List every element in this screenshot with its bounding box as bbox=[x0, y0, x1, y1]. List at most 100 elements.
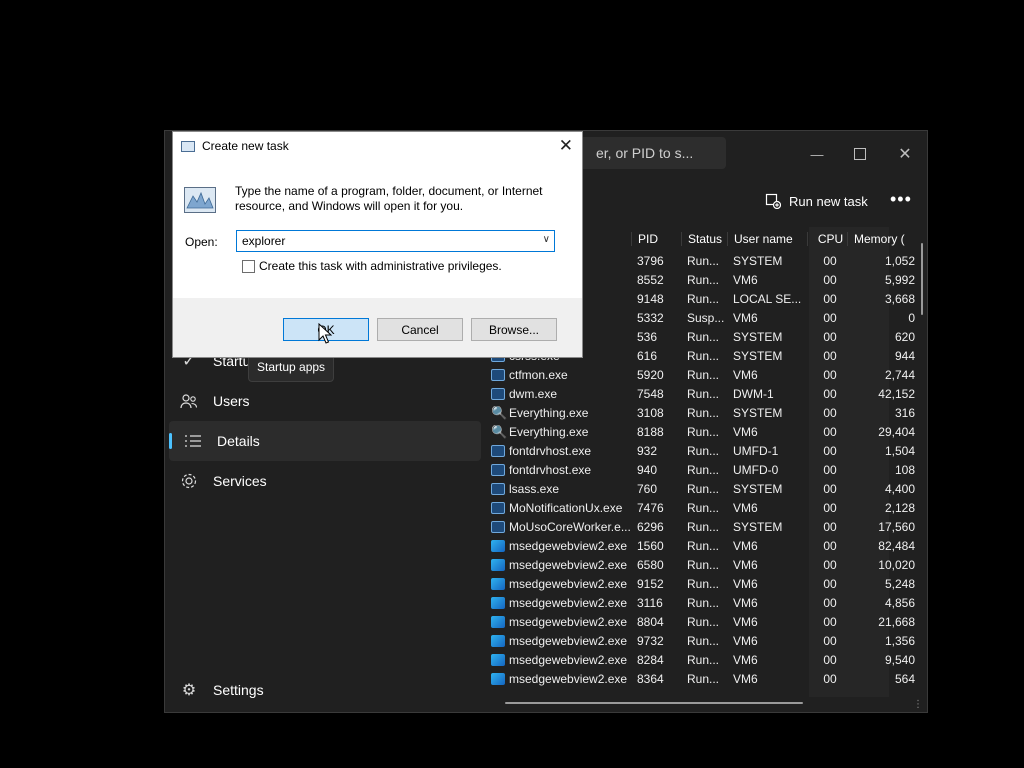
cell-memory: 0 bbox=[908, 310, 915, 325]
cell-user: VM6 bbox=[733, 614, 758, 629]
cell-cpu: 00 bbox=[823, 424, 837, 439]
admin-privileges-checkbox[interactable] bbox=[242, 260, 255, 273]
edge-webview-icon bbox=[491, 558, 505, 571]
col-memory[interactable]: Memory ( bbox=[847, 232, 921, 246]
cell-pid: 3116 bbox=[637, 595, 663, 610]
cell-pid: 6580 bbox=[637, 557, 664, 572]
table-row[interactable]: msedgewebview2.exe 3116 Run... VM6 00 4,856 bbox=[487, 593, 923, 612]
cell-status: Run... bbox=[687, 272, 720, 287]
vertical-scrollbar[interactable] bbox=[921, 243, 923, 315]
sidebar-item-services[interactable]: Services bbox=[165, 461, 485, 501]
cell-memory: 564 bbox=[894, 671, 915, 686]
cell-memory: 82,484 bbox=[878, 538, 915, 553]
cell-status: Run... bbox=[687, 633, 720, 648]
dialog-titlebar: Create new task ✕ bbox=[173, 132, 582, 162]
table-row[interactable]: lsass.exe 760 Run... SYSTEM 00 4,400 bbox=[487, 479, 923, 498]
cell-memory: 5,992 bbox=[884, 272, 915, 287]
table-row[interactable]: MoUsoCoreWorker.e... 6296 Run... SYSTEM 00 17… bbox=[487, 517, 923, 536]
table-row[interactable]: msedgewebview2.exe 1560 Run... VM6 00 82,484 bbox=[487, 536, 923, 555]
open-combobox[interactable]: explorer ∨ bbox=[236, 230, 555, 252]
run-new-task-button[interactable]: Run new task bbox=[765, 189, 868, 213]
process-name: MoNotificationUx.exe bbox=[509, 500, 623, 515]
open-input[interactable]: explorer bbox=[242, 234, 285, 248]
cell-pid: 932 bbox=[637, 443, 658, 458]
admin-privileges-label[interactable]: Create this task with administrative pri… bbox=[259, 259, 502, 273]
cell-cpu: 00 bbox=[823, 405, 837, 420]
cell-cpu: 00 bbox=[823, 633, 837, 648]
table-row[interactable]: fontdrvhost.exe 940 Run... UMFD-0 00 108 bbox=[487, 460, 923, 479]
cell-status: Run... bbox=[687, 671, 720, 686]
run-new-task-label: Run new task bbox=[789, 193, 868, 209]
process-name: Everything.exe bbox=[509, 405, 589, 420]
col-status[interactable]: Status bbox=[681, 232, 727, 246]
table-row[interactable]: fontdrvhost.exe 932 Run... UMFD-1 00 1,504 bbox=[487, 441, 923, 460]
cell-name: msedgewebview2.exe bbox=[487, 653, 631, 667]
process-name: msedgewebview2.exe bbox=[509, 557, 628, 572]
edge-webview-icon bbox=[491, 672, 505, 685]
cell-name: msedgewebview2.exe bbox=[487, 596, 631, 610]
table-row[interactable]: msedgewebview2.exe 8804 Run... VM6 00 21,668 bbox=[487, 612, 923, 631]
table-row[interactable]: ctfmon.exe 5920 Run... VM6 00 2,744 bbox=[487, 365, 923, 384]
search-input[interactable]: er, or PID to s... bbox=[558, 137, 726, 169]
cell-cpu: 00 bbox=[823, 538, 837, 553]
horizontal-scrollbar[interactable] bbox=[505, 702, 803, 704]
sidebar-item-details[interactable]: Details bbox=[169, 421, 481, 461]
table-row[interactable]: dwm.exe 7548 Run... DWM-1 00 42,152 bbox=[487, 384, 923, 403]
sidebar-item-settings[interactable]: ⚙ Settings bbox=[165, 670, 485, 710]
table-row[interactable]: msedgewebview2.exe 8284 Run... VM6 00 9,540 bbox=[487, 650, 923, 669]
cell-cpu: 00 bbox=[823, 386, 837, 401]
browse-button[interactable]: Browse... bbox=[471, 318, 557, 341]
cell-cpu: 00 bbox=[823, 481, 837, 496]
col-user-name[interactable]: User name bbox=[727, 232, 807, 246]
cell-status: Run... bbox=[687, 538, 720, 553]
col-cpu[interactable]: CPU bbox=[807, 232, 847, 246]
cell-pid: 8552 bbox=[637, 272, 664, 287]
table-row[interactable]: MoNotificationUx.exe 7476 Run... VM6 00 2,128 bbox=[487, 498, 923, 517]
chevron-down-icon[interactable]: ∨ bbox=[543, 234, 550, 245]
cell-user: SYSTEM bbox=[733, 348, 783, 363]
cell-cpu: 00 bbox=[823, 519, 837, 534]
process-name: msedgewebview2.exe bbox=[509, 633, 628, 648]
details-list-icon bbox=[169, 434, 217, 448]
cell-status: Run... bbox=[687, 595, 720, 610]
resize-grip-icon[interactable]: ⋮⋮ bbox=[913, 699, 927, 710]
minimize-button[interactable]: — bbox=[802, 139, 832, 169]
table-row[interactable]: msedgewebview2.exe 8364 Run... VM6 00 564 bbox=[487, 669, 923, 688]
close-button[interactable]: ✕ bbox=[890, 139, 920, 169]
table-row[interactable]: msedgewebview2.exe 9152 Run... VM6 00 5,248 bbox=[487, 574, 923, 593]
cell-cpu: 00 bbox=[823, 557, 837, 572]
cell-cpu: 00 bbox=[823, 671, 837, 686]
process-icon bbox=[491, 368, 505, 381]
cell-name: fontdrvhost.exe bbox=[487, 444, 631, 458]
cell-status: Run... bbox=[687, 576, 720, 591]
maximize-button[interactable] bbox=[845, 139, 875, 169]
cell-cpu: 00 bbox=[823, 652, 837, 667]
sidebar-item-label: Services bbox=[213, 473, 267, 489]
cell-memory: 316 bbox=[894, 405, 915, 420]
more-options-icon[interactable]: ••• bbox=[890, 189, 912, 210]
mouse-cursor-icon bbox=[318, 323, 332, 344]
run-program-icon bbox=[184, 187, 216, 213]
cell-memory: 108 bbox=[894, 462, 915, 477]
settings-row[interactable]: ⚙ Settings bbox=[165, 670, 485, 710]
cell-cpu: 00 bbox=[823, 329, 837, 344]
cell-pid: 760 bbox=[637, 481, 658, 496]
table-row[interactable]: 🔍 Everything.exe 3108 Run... SYSTEM 00 316 bbox=[487, 403, 923, 422]
cell-cpu: 00 bbox=[823, 443, 837, 458]
cell-name: msedgewebview2.exe bbox=[487, 615, 631, 629]
table-row[interactable]: msedgewebview2.exe 6580 Run... VM6 00 10,020 bbox=[487, 555, 923, 574]
cell-user: VM6 bbox=[733, 576, 758, 591]
cell-cpu: 00 bbox=[823, 253, 837, 268]
process-name: ctfmon.exe bbox=[509, 367, 568, 382]
process-name: Everything.exe bbox=[509, 424, 589, 439]
col-pid[interactable]: PID bbox=[631, 232, 681, 246]
table-row[interactable]: 🔍 Everything.exe 8188 Run... VM6 00 29,404 bbox=[487, 422, 923, 441]
sidebar-item-users[interactable]: Users bbox=[165, 381, 485, 421]
process-name: MoUsoCoreWorker.e... bbox=[509, 519, 631, 534]
cell-status: Run... bbox=[687, 367, 720, 382]
cancel-button[interactable]: Cancel bbox=[377, 318, 463, 341]
table-row[interactable]: msedgewebview2.exe 9732 Run... VM6 00 1,356 bbox=[487, 631, 923, 650]
cell-status: Run... bbox=[687, 519, 720, 534]
cell-pid: 7476 bbox=[637, 500, 664, 515]
dialog-close-button[interactable]: ✕ bbox=[559, 136, 573, 156]
